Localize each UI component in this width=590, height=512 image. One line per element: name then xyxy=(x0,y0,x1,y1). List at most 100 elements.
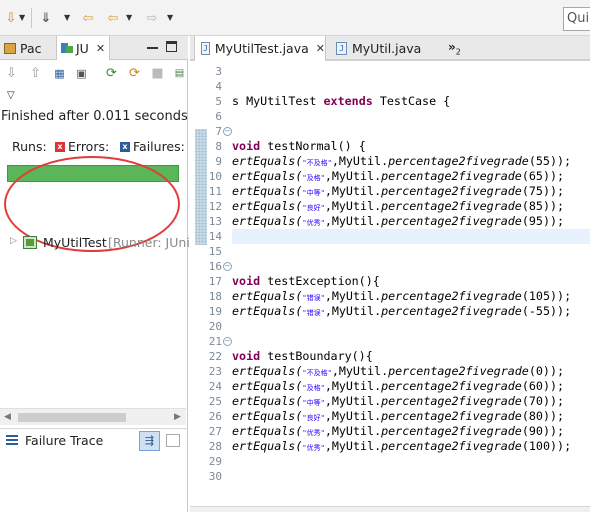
tab-myutil-java[interactable]: J MyUtil.java xyxy=(330,36,442,61)
tab-package-explorer[interactable]: Pac xyxy=(4,36,42,60)
line-number: 27 xyxy=(208,425,222,438)
failures-icon: x xyxy=(120,142,130,152)
back-dropdown[interactable]: ▼ xyxy=(126,13,132,22)
line-number: 22 xyxy=(208,350,222,363)
rerun-test-icon[interactable]: ⟳ xyxy=(104,66,119,81)
left-tab-bar: Pac JU ✕ xyxy=(0,36,188,60)
class-ref: ,MyUtil. xyxy=(324,169,382,183)
line-number: 24 xyxy=(208,380,222,393)
line-number: 25 xyxy=(208,395,222,408)
expand-caret-icon[interactable]: ▷ xyxy=(10,236,17,246)
line-number: 9 xyxy=(215,155,222,168)
line-number: 12 xyxy=(208,200,222,213)
horizontal-scrollbar[interactable]: ◀ ▶ xyxy=(0,408,186,425)
junit-toolbar: ⇩ ⇧ ▦ ▣ ⟳ ⟳ ■ ▤ xyxy=(0,61,188,87)
errors-icon: x xyxy=(55,142,65,152)
previous-failure-icon[interactable]: ⇧ xyxy=(28,66,43,81)
quick-access-input[interactable]: Quic xyxy=(563,7,590,31)
code-line: void testBoundary(){ xyxy=(232,349,373,363)
code-line: ertEquals("优秀",MyUtil.percentage2fivegra… xyxy=(232,214,564,229)
last-edit-location-icon[interactable]: ⇦ xyxy=(79,9,97,27)
arguments: (75)); xyxy=(521,184,565,198)
rerun-failures-first-icon[interactable]: ⟳ xyxy=(127,66,142,81)
class-ref: ,MyUtil. xyxy=(324,304,382,318)
view-menu-chevron-down-icon[interactable]: ▽ xyxy=(7,90,15,101)
string-literal: "及格" xyxy=(302,174,325,182)
line-number: 10 xyxy=(208,170,222,183)
minimize-icon[interactable] xyxy=(147,42,158,49)
string-literal: "优秀" xyxy=(302,219,325,227)
tab-myutiltest-java[interactable]: J MyUtilTest.java ✕ xyxy=(194,36,326,61)
class-ref: ,MyUtil. xyxy=(331,364,389,378)
maximize-icon[interactable] xyxy=(166,41,177,52)
class-ref: ,MyUtil. xyxy=(331,154,389,168)
arguments: (0)); xyxy=(528,364,565,378)
tab-junit[interactable]: JU ✕ xyxy=(56,36,111,60)
method-call: ertEquals( xyxy=(232,214,303,228)
fold-toggle-icon[interactable]: − xyxy=(223,337,232,346)
fold-toggle-icon[interactable]: − xyxy=(223,127,232,136)
arguments: (100)); xyxy=(521,439,572,453)
next-failure-icon[interactable]: ⇩ xyxy=(4,66,19,81)
package-explorer-icon xyxy=(4,42,16,54)
code-line: ertEquals("不及格",MyUtil.percentage2fivegr… xyxy=(232,364,564,379)
method-call: ertEquals( xyxy=(232,169,303,183)
junit-view: Pac JU ✕ ⇩ ⇧ ▦ ▣ ⟳ ⟳ ■ ▤ ▽ Finished afte… xyxy=(0,36,190,512)
code-line: ertEquals("及格",MyUtil.percentage2fivegra… xyxy=(232,169,564,184)
method-call: ertEquals( xyxy=(232,379,303,393)
code-line: ertEquals("及格",MyUtil.percentage2fivegra… xyxy=(232,379,564,394)
forward-arrow-icon[interactable]: ⇨ xyxy=(143,9,161,27)
string-literal: "不及格" xyxy=(302,369,332,377)
class-ref: ,MyUtil. xyxy=(324,424,382,438)
open-type-icon[interactable]: ⇩ xyxy=(3,9,19,27)
test-history-icon[interactable]: ▤ xyxy=(172,66,187,81)
class-ref: ,MyUtil. xyxy=(324,289,382,303)
scroll-lock-icon[interactable]: ▣ xyxy=(74,66,89,81)
next-annotation-dropdown[interactable]: ▼ xyxy=(64,13,70,22)
filter-stack-trace-icon[interactable]: ⇶ xyxy=(139,431,160,451)
scroll-left-icon[interactable]: ◀ xyxy=(4,412,11,422)
fold-toggle-icon[interactable]: − xyxy=(223,262,232,271)
class-ref: ,MyUtil. xyxy=(324,379,382,393)
line-number: 19 xyxy=(208,305,222,318)
method-name: percentage2fivegrade xyxy=(381,199,522,213)
close-icon[interactable]: ✕ xyxy=(96,42,105,55)
method-call: ertEquals( xyxy=(232,289,303,303)
tab-label: Pac xyxy=(20,40,42,56)
arguments: (70)); xyxy=(521,394,565,408)
back-arrow-icon[interactable]: ⇦ xyxy=(104,9,122,27)
method-call: ertEquals( xyxy=(232,364,303,378)
stop-icon[interactable]: ■ xyxy=(150,66,165,81)
line-number: 16 xyxy=(208,260,222,273)
line-number: 7 xyxy=(215,125,222,138)
method-call: ertEquals( xyxy=(232,394,303,408)
keyword: void xyxy=(232,274,261,288)
scrollbar-thumb[interactable] xyxy=(18,413,126,422)
junit-icon xyxy=(61,42,73,54)
arguments: (60)); xyxy=(521,379,565,393)
string-literal: "错误" xyxy=(302,294,325,302)
forward-dropdown[interactable]: ▼ xyxy=(167,13,173,22)
close-icon[interactable]: ✕ xyxy=(316,42,325,55)
class-ref: ,MyUtil. xyxy=(324,214,382,228)
next-annotation-icon[interactable]: ⇓ xyxy=(38,9,54,27)
main-toolbar: ⇩ ▼ ⇓ ▼ ⇦ ⇦ ▼ ⇨ ▼ Quic xyxy=(0,0,590,36)
toolbar-separator xyxy=(31,8,32,28)
line-number: 30 xyxy=(208,470,222,483)
failures-label: Failures: xyxy=(133,139,185,154)
more-tabs-button[interactable]: »2 xyxy=(448,40,461,56)
scroll-right-icon[interactable]: ▶ xyxy=(174,412,181,422)
code-line: ertEquals("中等",MyUtil.percentage2fivegra… xyxy=(232,184,564,199)
open-type-dropdown[interactable]: ▼ xyxy=(19,13,25,22)
line-number: 11 xyxy=(208,185,222,198)
line-number: 5 xyxy=(215,95,222,108)
method-name: percentage2fivegrade xyxy=(381,184,522,198)
string-literal: "优秀" xyxy=(302,429,325,437)
test-tree-row[interactable]: ▷ MyUtilTest [Runner: JUni xyxy=(0,235,190,251)
show-failures-only-icon[interactable]: ▦ xyxy=(52,66,67,81)
line-number: 20 xyxy=(208,320,222,333)
test-suite-icon xyxy=(23,236,37,249)
string-literal: "错误" xyxy=(302,309,325,317)
code-editor: J MyUtilTest.java ✕ J MyUtil.java »2 3 4 5… xyxy=(190,36,590,512)
compare-result-icon[interactable] xyxy=(166,434,180,447)
